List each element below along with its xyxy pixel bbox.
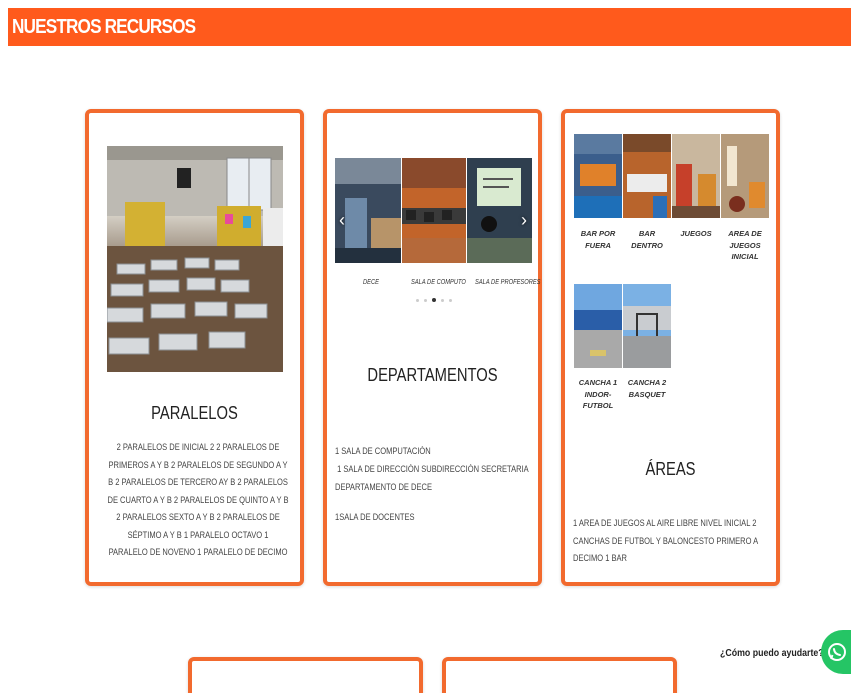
whatsapp-help-label[interactable]: ¿Cómo puedo ayudarte? — [720, 648, 824, 659]
area-caption-cancha-1: CANCHA 1 INDOR-FUTBOL — [578, 378, 618, 410]
dept-line-2: 1 SALA DE DIRECCIÓN SUBDIRECCIÓN SECRETA… — [335, 464, 529, 474]
carousel-dot[interactable] — [441, 298, 444, 302]
caption-sala-computo: SALA DE COMPUTO — [411, 279, 466, 286]
card-text-paralelos: 2 PARALELOS DE INICIAL 2 2 PARALELOS DE … — [107, 442, 289, 557]
area-photo-juegos-inicial — [721, 134, 769, 218]
area-caption-juegos: JUEGOS — [680, 229, 712, 238]
card-title-areas: ÁREAS — [645, 459, 696, 479]
card-title-paralelos: PARALELOS — [151, 403, 238, 423]
caption-dece: DECE — [363, 279, 379, 286]
card-lower-left — [188, 657, 423, 693]
carousel-dot-active[interactable] — [432, 298, 436, 302]
area-caption-cancha-2: CANCHA 2 BASQUET — [627, 378, 667, 399]
card-departamentos: ‹ › DECE SALA DE COMPUTO SALA DE PROFESO… — [323, 109, 542, 586]
area-caption-juegos-inicial: AREA DE JUEGOS INICIAL — [728, 229, 762, 261]
area-photo-bar-por-fuera — [574, 134, 622, 218]
section-header: NUESTROS RECURSOS — [8, 8, 851, 46]
card-lower-right — [442, 657, 677, 693]
carousel-dot[interactable] — [416, 298, 419, 302]
dept-line-3: DEPARTAMENTO DE DECE — [335, 482, 432, 492]
area-photo-juegos — [672, 134, 720, 218]
card-text-areas: 1 AREA DE JUEGOS AL AIRE LIBRE NIVEL INI… — [573, 518, 758, 563]
section-title: NUESTROS RECURSOS — [12, 16, 196, 38]
area-photo-cancha-1 — [574, 284, 622, 368]
slide-sala-computo — [402, 158, 466, 263]
dept-line-4: 1SALA DE DOCENTES — [335, 512, 415, 522]
carousel-dot[interactable] — [424, 298, 427, 302]
carousel-prev-icon[interactable]: ‹ — [339, 210, 345, 231]
card-title-departamentos: DEPARTAMENTOS — [367, 365, 498, 385]
carousel-next-icon[interactable]: › — [521, 210, 527, 231]
card-paralelos: PARALELOS 2 PARALELOS DE INICIAL 2 2 PAR… — [85, 109, 304, 586]
area-photo-cancha-2 — [623, 284, 671, 368]
carousel-indicators[interactable] — [416, 298, 452, 302]
whatsapp-icon — [828, 643, 846, 661]
caption-sala-profesores: SALA DE PROFESORES — [475, 279, 541, 286]
whatsapp-button[interactable] — [821, 630, 851, 674]
area-caption-bar-por-fuera: BAR POR FUERA — [580, 229, 616, 250]
departamentos-carousel[interactable]: ‹ › — [335, 158, 532, 263]
area-photo-bar-dentro — [623, 134, 671, 218]
carousel-dot[interactable] — [449, 298, 452, 302]
card-areas: BAR POR FUERA BAR DENTRO JUEGOS AREA DE … — [561, 109, 780, 586]
dept-line-1: 1 SALA DE COMPUTACIÓN — [335, 446, 431, 456]
area-caption-bar-dentro: BAR DENTRO — [631, 229, 663, 250]
classroom-photo — [107, 146, 283, 372]
